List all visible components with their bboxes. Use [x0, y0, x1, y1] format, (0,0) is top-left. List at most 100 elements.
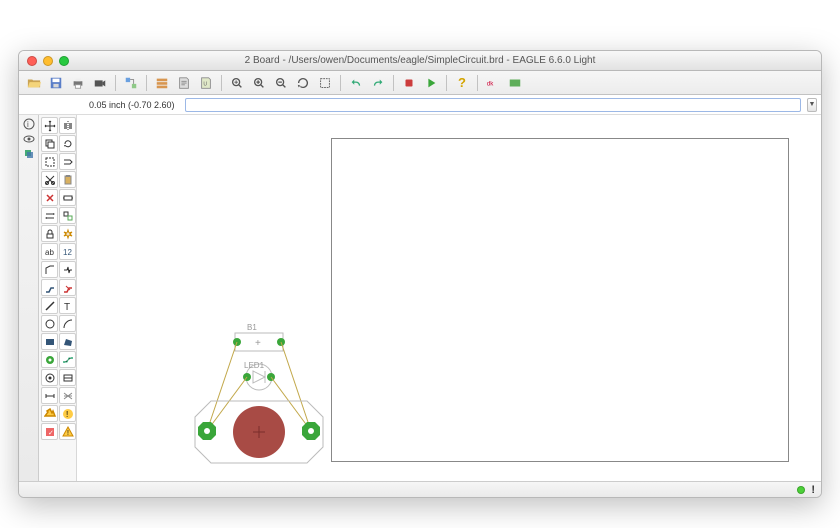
lock-icon[interactable]	[41, 225, 58, 242]
toolbar-separator	[477, 75, 478, 91]
errors-icon[interactable]: !	[59, 423, 76, 440]
board-schematic-icon[interactable]	[122, 74, 140, 92]
print-icon[interactable]	[69, 74, 87, 92]
component-svg: +	[181, 323, 371, 483]
toolbar-separator	[393, 75, 394, 91]
open-icon[interactable]	[25, 74, 43, 92]
minimize-button[interactable]	[43, 56, 53, 66]
mirror-icon[interactable]	[59, 117, 76, 134]
paste-icon[interactable]	[59, 171, 76, 188]
cut-icon[interactable]	[41, 171, 58, 188]
route-icon[interactable]	[41, 279, 58, 296]
comp-label-b1: B1	[247, 323, 257, 332]
command-input[interactable]	[185, 98, 801, 112]
split-icon[interactable]	[59, 261, 76, 278]
board-canvas[interactable]: B1 LED1 +	[77, 115, 821, 481]
ripup-icon[interactable]	[59, 279, 76, 296]
miter-icon[interactable]	[41, 261, 58, 278]
name-icon[interactable]: ab	[41, 243, 58, 260]
cam-icon[interactable]	[91, 74, 109, 92]
arc-icon[interactable]	[59, 315, 76, 332]
circle-icon[interactable]	[41, 315, 58, 332]
app-window: 2 Board - /Users/owen/Documents/eagle/Si…	[18, 50, 822, 498]
board-outline	[331, 138, 789, 462]
wire-icon[interactable]	[41, 297, 58, 314]
rotate-icon[interactable]	[59, 135, 76, 152]
attribute-icon[interactable]	[59, 369, 76, 386]
zoom-out-icon[interactable]	[272, 74, 290, 92]
smash-icon[interactable]	[59, 225, 76, 242]
toolbar-separator	[221, 75, 222, 91]
via-icon[interactable]	[41, 351, 58, 368]
dimension-icon[interactable]	[41, 387, 58, 404]
drc-icon[interactable]: ✓	[41, 423, 58, 440]
coordinate-readout: 0.05 inch (-0.70 2.60)	[85, 100, 179, 110]
help-icon[interactable]: ?	[453, 74, 471, 92]
erc-icon[interactable]: !	[59, 405, 76, 422]
go-icon[interactable]	[422, 74, 440, 92]
svg-text:dk: dk	[487, 80, 494, 87]
add-icon[interactable]	[59, 189, 76, 206]
status-alert-icon[interactable]: !	[811, 484, 815, 496]
change-icon[interactable]	[59, 153, 76, 170]
command-row: 0.05 inch (-0.70 2.60) ▼	[19, 95, 821, 115]
signal-icon[interactable]	[59, 351, 76, 368]
zoom-in-icon[interactable]	[250, 74, 268, 92]
zoom-select-icon[interactable]	[316, 74, 334, 92]
layers-icon[interactable]	[21, 147, 37, 161]
vendor-icon-2[interactable]	[506, 74, 524, 92]
svg-text:!: !	[66, 410, 68, 419]
editor-body: i ab 12 T	[19, 115, 821, 481]
zoom-fit-icon[interactable]	[228, 74, 246, 92]
hole-icon[interactable]	[41, 369, 58, 386]
tool-palette: ab 12 T ! ✓ !	[39, 115, 77, 481]
window-title: 2 Board - /Users/owen/Documents/eagle/Si…	[19, 55, 821, 66]
status-bar: !	[19, 481, 821, 497]
view-bar: i	[19, 115, 39, 481]
auto-icon[interactable]	[41, 405, 58, 422]
text-icon[interactable]: T	[59, 297, 76, 314]
toolbar-separator	[446, 75, 447, 91]
titlebar: 2 Board - /Users/owen/Documents/eagle/Si…	[19, 51, 821, 71]
svg-text:12: 12	[63, 248, 72, 257]
move-icon[interactable]	[41, 117, 58, 134]
delete-icon[interactable]	[41, 189, 58, 206]
redo-icon[interactable]	[369, 74, 387, 92]
main-toolbar: U ? dk	[19, 71, 821, 95]
info-icon[interactable]: i	[21, 117, 37, 131]
svg-text:U: U	[203, 81, 207, 87]
svg-text:i: i	[27, 120, 29, 129]
close-button[interactable]	[27, 56, 37, 66]
copy-icon[interactable]	[41, 135, 58, 152]
component-cluster: B1 LED1 +	[181, 323, 371, 483]
rect-icon[interactable]	[41, 333, 58, 350]
traffic-lights	[19, 56, 69, 66]
command-dropdown[interactable]: ▼	[807, 98, 817, 112]
zoom-redraw-icon[interactable]	[294, 74, 312, 92]
zoom-button[interactable]	[59, 56, 69, 66]
svg-text:!: !	[67, 430, 69, 437]
save-icon[interactable]	[47, 74, 65, 92]
library-icon[interactable]	[153, 74, 171, 92]
toolbar-separator	[146, 75, 147, 91]
status-indicator-icon	[797, 486, 805, 494]
undo-icon[interactable]	[347, 74, 365, 92]
ulp-icon[interactable]: U	[197, 74, 215, 92]
svg-text:T: T	[64, 302, 70, 312]
comp-label-led1: LED1	[244, 361, 264, 370]
polygon-icon[interactable]	[59, 333, 76, 350]
ratsnest-icon[interactable]	[59, 387, 76, 404]
script-icon[interactable]	[175, 74, 193, 92]
pinswap-icon[interactable]	[41, 207, 58, 224]
vendor-icon-1[interactable]: dk	[484, 74, 502, 92]
stop-icon[interactable]	[400, 74, 418, 92]
eye-icon[interactable]	[21, 132, 37, 146]
toolbar-separator	[115, 75, 116, 91]
svg-text:✓: ✓	[48, 430, 54, 437]
svg-text:ab: ab	[45, 248, 54, 257]
value-icon[interactable]: 12	[59, 243, 76, 260]
toolbar-separator	[340, 75, 341, 91]
replace-icon[interactable]	[59, 207, 76, 224]
group-icon[interactable]	[41, 153, 58, 170]
plus-label: +	[255, 338, 261, 349]
